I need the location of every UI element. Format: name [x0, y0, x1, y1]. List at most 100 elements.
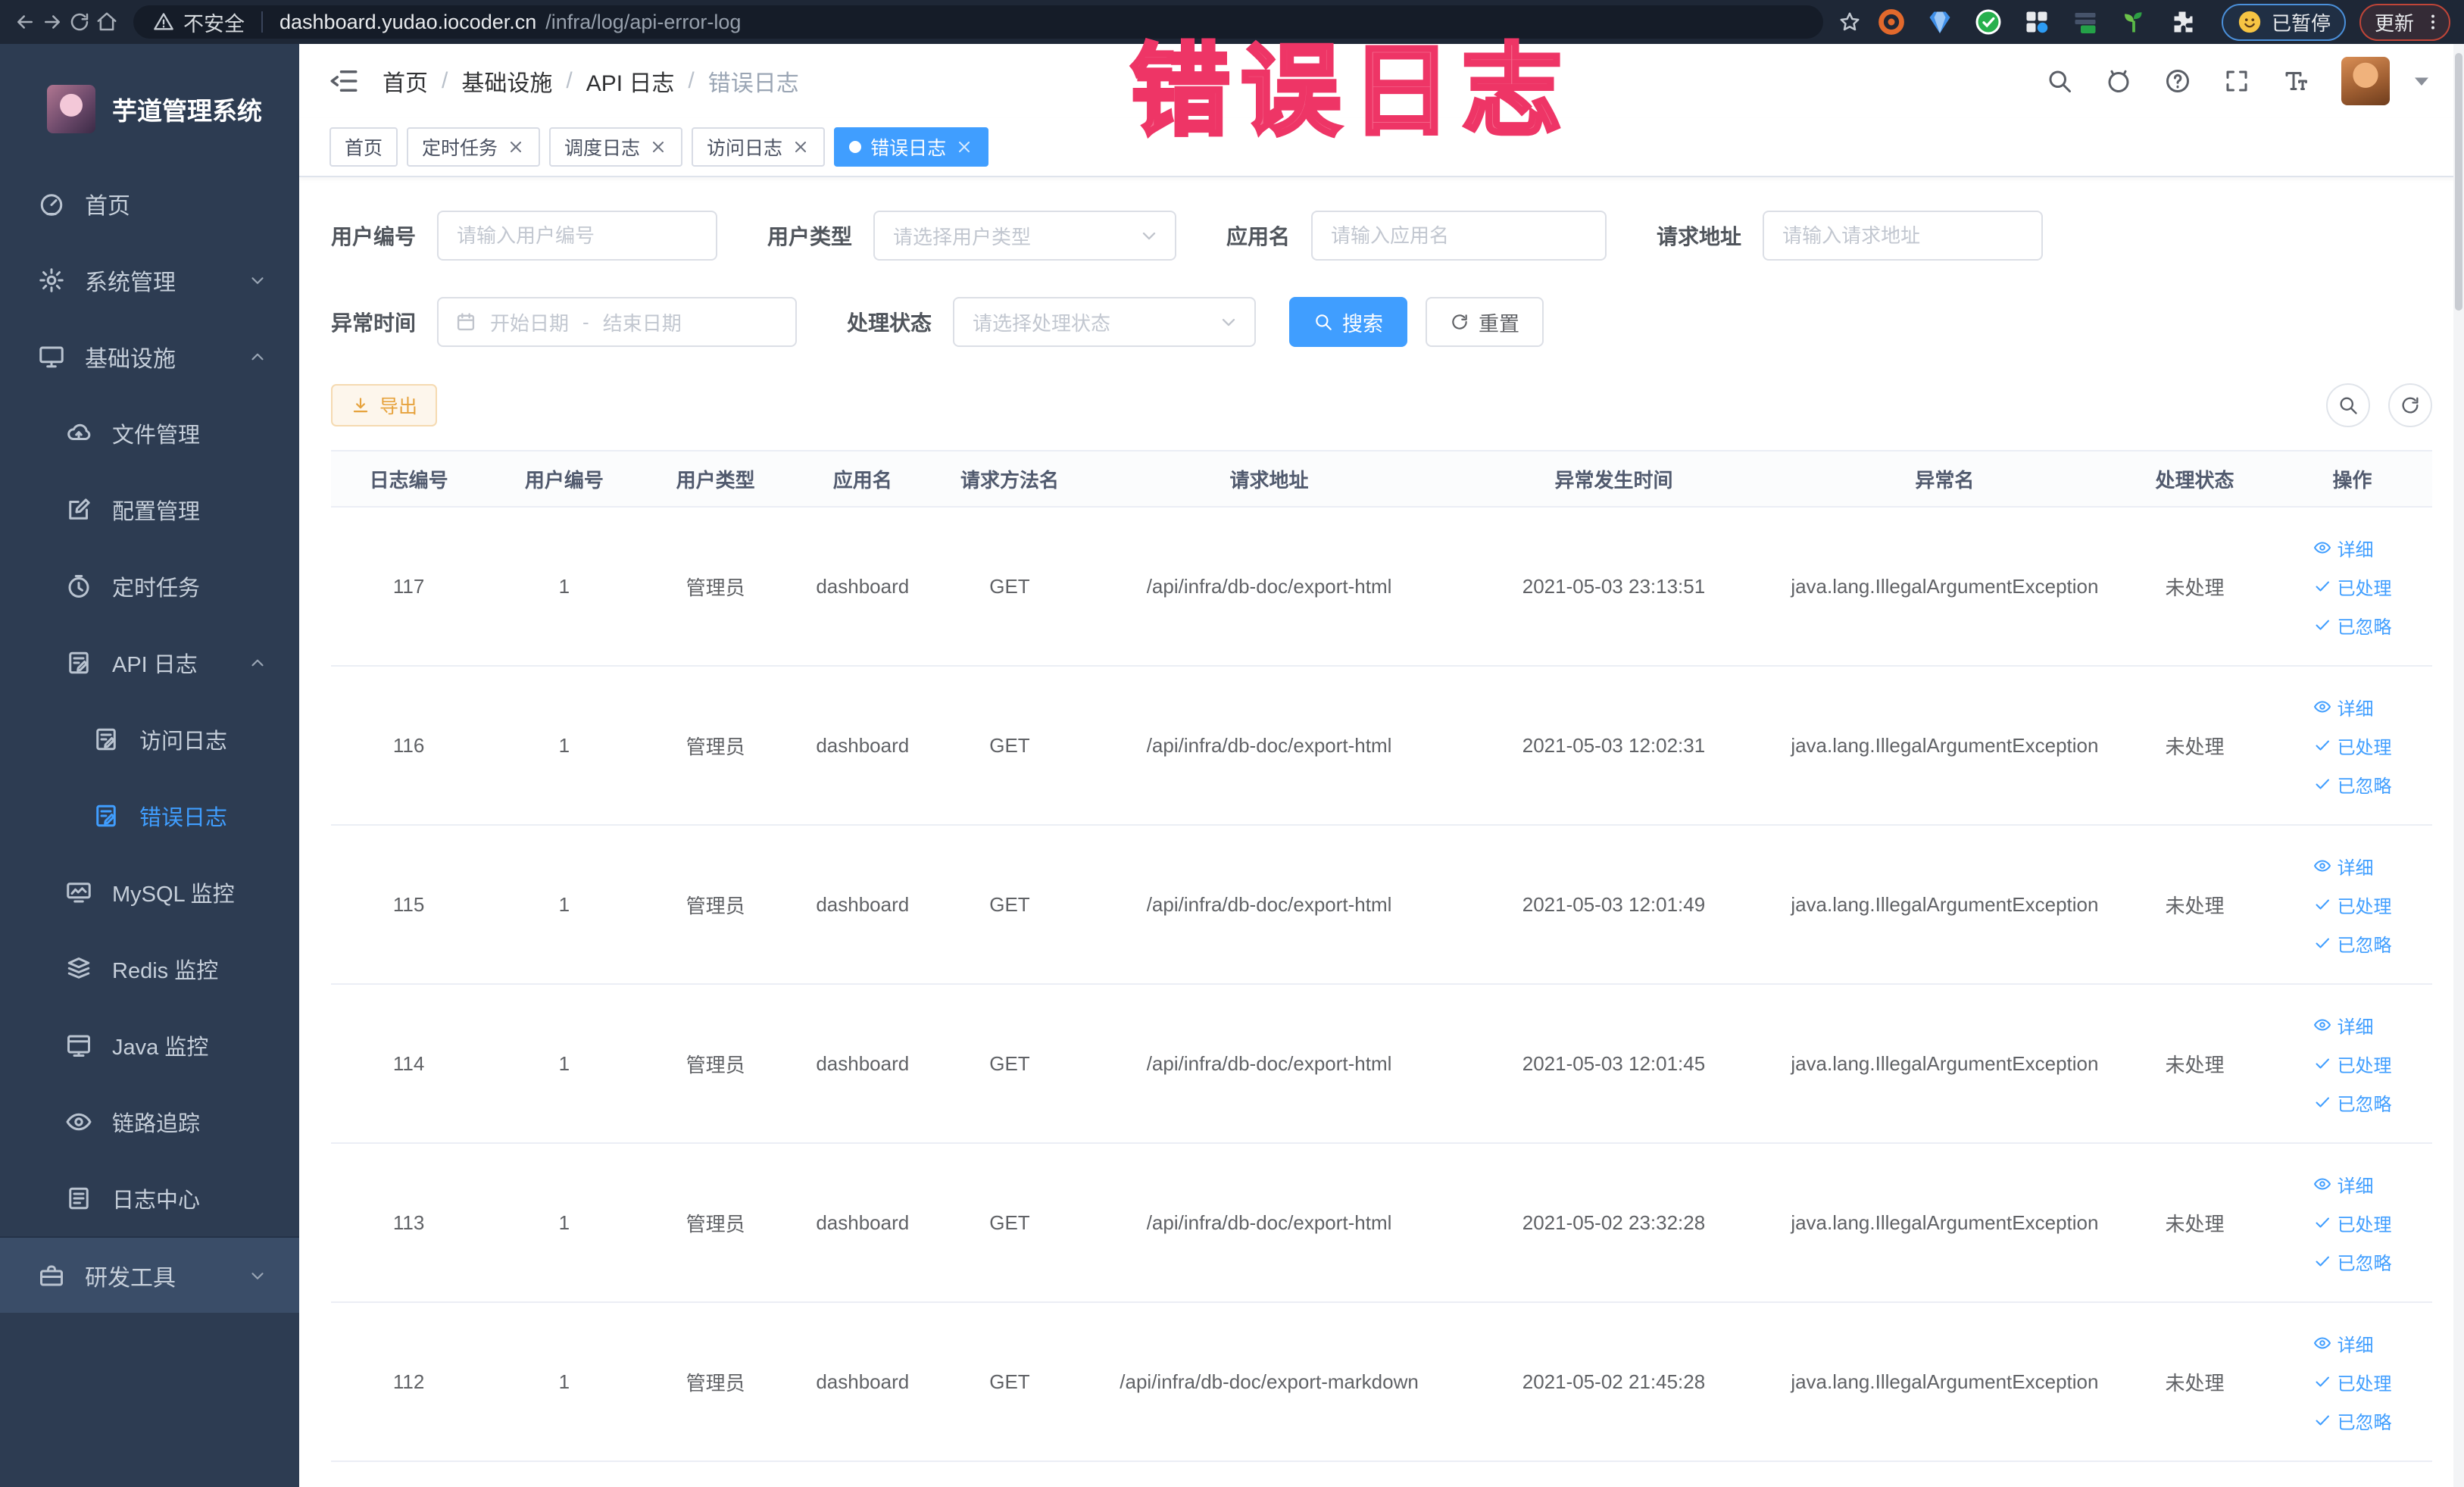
scrollbar-thumb[interactable]	[2455, 53, 2462, 311]
sidebar-item[interactable]: 错误日志	[0, 777, 299, 854]
browser-home-button[interactable]	[95, 11, 118, 33]
cell-time: 2021-05-03 12:01:49	[1455, 825, 1772, 985]
sidebar-item[interactable]: Java 监控	[0, 1007, 299, 1083]
tag-view-item[interactable]: 首页	[329, 127, 398, 167]
navbar: 首页 / 基础设施 / API 日志 / 错误日志	[299, 44, 2464, 118]
fullscreen-icon[interactable]	[2223, 67, 2250, 95]
close-tag-icon[interactable]	[955, 138, 973, 156]
mark-processed-link[interactable]: 已处理	[2313, 1369, 2392, 1395]
bookmark-star-icon[interactable]	[1838, 11, 1861, 33]
docs-help-icon[interactable]	[2164, 67, 2191, 95]
omnibox[interactable]: 不安全 dashboard.yudao.iocoder.cn /infra/lo…	[133, 5, 1823, 39]
detail-link[interactable]: 详细	[2313, 694, 2374, 720]
switch-on-icon[interactable]	[2072, 8, 2099, 36]
request-url-input[interactable]	[1763, 211, 2044, 261]
mysql-monitor-icon	[65, 879, 92, 906]
collapse-sidebar-button[interactable]	[328, 65, 360, 97]
mark-ignored-link[interactable]: 已忽略	[2313, 930, 2392, 957]
avatar-caret-icon[interactable]	[2408, 67, 2435, 95]
browser-forward-button[interactable]	[41, 11, 64, 33]
sidebar-item[interactable]: 日志中心	[0, 1160, 299, 1236]
browser-update-button[interactable]: 更新	[2359, 3, 2450, 41]
app-name-input[interactable]	[1311, 211, 1607, 261]
sidebar-item[interactable]: 基础设施	[0, 318, 299, 395]
action-label: 详细	[2337, 539, 2374, 561]
tag-view-item[interactable]: 错误日志	[834, 127, 989, 167]
security-label[interactable]: 不安全	[183, 8, 245, 37]
mark-ignored-link[interactable]: 已忽略	[2313, 612, 2392, 639]
toggle-search-button[interactable]	[2326, 383, 2370, 427]
mark-ignored-link[interactable]: 已忽略	[2313, 1248, 2392, 1275]
mark-ignored-link[interactable]: 已忽略	[2313, 1407, 2392, 1434]
close-tag-icon[interactable]	[792, 138, 810, 156]
user-type-select[interactable]: 请选择用户类型	[873, 211, 1177, 261]
sidebar-item[interactable]: MySQL 监控	[0, 854, 299, 930]
eye-icon	[2313, 857, 2331, 875]
process-status-select[interactable]: 请选择处理状态	[953, 297, 1257, 347]
tag-view-item[interactable]: 定时任务	[407, 127, 541, 167]
action-label: 已忽略	[2337, 1094, 2392, 1115]
date-range-picker[interactable]: 开始日期 - 结束日期	[437, 297, 798, 347]
search-button[interactable]: 搜索	[1289, 297, 1408, 347]
tag-view-item[interactable]: 调度日志	[549, 127, 683, 167]
sidebar-item[interactable]: 研发工具	[0, 1236, 299, 1313]
sidebar-item[interactable]: 定时任务	[0, 548, 299, 624]
check-icon	[2313, 1214, 2331, 1232]
refresh-table-button[interactable]	[2388, 383, 2432, 427]
search-icon	[1313, 312, 1333, 332]
tab-grid-icon[interactable]	[2023, 8, 2050, 36]
window-scrollbar[interactable]	[2453, 44, 2464, 1487]
sidebar-item[interactable]: 访问日志	[0, 701, 299, 777]
adguard-icon[interactable]	[1878, 8, 1905, 36]
mark-processed-link[interactable]: 已处理	[2313, 733, 2392, 759]
reset-button[interactable]: 重置	[1426, 297, 1544, 347]
tag-view-item[interactable]: 访问日志	[692, 127, 826, 167]
mark-ignored-link[interactable]: 已忽略	[2313, 771, 2392, 798]
mark-ignored-link[interactable]: 已忽略	[2313, 1089, 2392, 1116]
verified-green-icon[interactable]	[1975, 8, 2002, 36]
sidebar-item[interactable]: 配置管理	[0, 471, 299, 548]
breadcrumb-item[interactable]: API 日志	[586, 64, 675, 98]
mark-processed-link[interactable]: 已处理	[2313, 1051, 2392, 1077]
proxy-shield-icon[interactable]	[1926, 8, 1953, 36]
sidebar-item[interactable]: 系统管理	[0, 242, 299, 318]
browser-back-button[interactable]	[14, 11, 36, 33]
sidebar-item-label: 链路追踪	[112, 1111, 201, 1136]
close-tag-icon[interactable]	[507, 138, 525, 156]
avatar[interactable]	[2341, 57, 2390, 105]
sprout-icon[interactable]	[2120, 8, 2147, 36]
browser-reload-button[interactable]	[68, 11, 91, 33]
detail-link[interactable]: 详细	[2313, 1012, 2374, 1039]
mark-processed-link[interactable]: 已处理	[2313, 892, 2392, 918]
mark-processed-link[interactable]: 已处理	[2313, 1210, 2392, 1236]
sidebar-logo-row[interactable]: 芋道管理系统	[0, 44, 299, 155]
mark-processed-link[interactable]: 已处理	[2313, 573, 2392, 600]
font-size-icon[interactable]	[2282, 67, 2309, 95]
detail-link[interactable]: 详细	[2313, 535, 2374, 561]
chevron-down-icon	[248, 270, 267, 290]
cell-user_id: 1	[486, 1143, 642, 1303]
extensions-puzzle-icon[interactable]	[2169, 8, 2196, 36]
sidebar-item[interactable]: 链路追踪	[0, 1083, 299, 1160]
export-button[interactable]: 导出	[331, 384, 438, 426]
request-url-label: 请求地址	[1657, 225, 1742, 248]
breadcrumb-item[interactable]: 首页	[383, 64, 428, 98]
close-tag-icon[interactable]	[649, 138, 667, 156]
header-search-icon[interactable]	[2046, 67, 2073, 95]
sidebar-menu: 首页 系统管理 基础设施 文件管理 配置管理 定时任务 API 日志 访问日志 错误日志 MySQ…	[0, 165, 299, 1313]
breadcrumb-item[interactable]: 基础设施	[461, 64, 552, 98]
breadcrumb-separator: /	[442, 68, 448, 93]
sidebar-item[interactable]: Redis 监控	[0, 930, 299, 1007]
user-id-input[interactable]	[437, 211, 718, 261]
github-icon[interactable]	[2105, 67, 2132, 95]
profile-chip[interactable]: 已暂停	[2221, 3, 2346, 41]
sidebar-item[interactable]: API 日志	[0, 624, 299, 701]
sidebar-item[interactable]: 首页	[0, 165, 299, 242]
cell-app_name: dashboard	[789, 666, 936, 826]
sidebar-item[interactable]: 文件管理	[0, 395, 299, 471]
tag-label: 错误日志	[870, 138, 947, 159]
detail-link[interactable]: 详细	[2313, 1171, 2374, 1198]
detail-link[interactable]: 详细	[2313, 853, 2374, 879]
detail-link[interactable]: 详细	[2313, 1330, 2374, 1357]
kebab-menu-icon[interactable]	[2423, 12, 2443, 32]
